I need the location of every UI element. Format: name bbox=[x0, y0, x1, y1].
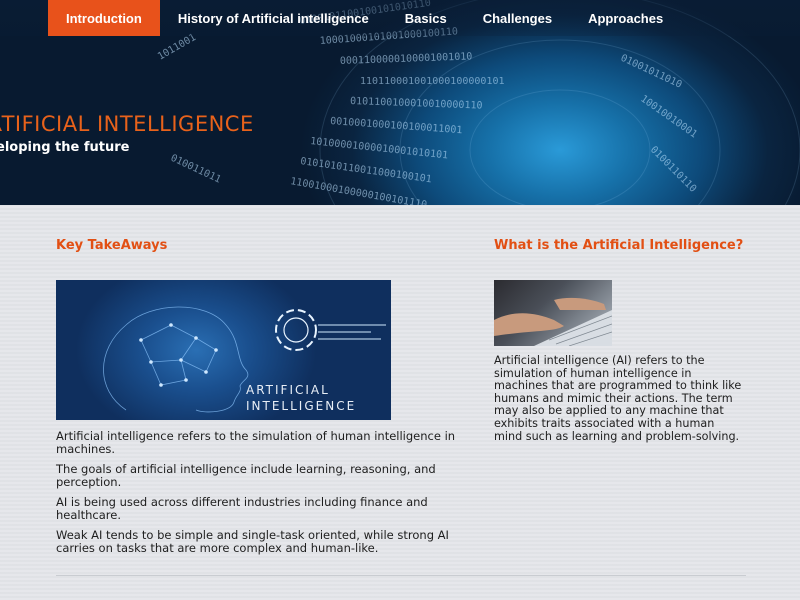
key-takeaways-heading: Key TakeAways bbox=[56, 238, 168, 253]
svg-text:0100110110: 0100110110 bbox=[648, 144, 698, 194]
what-is-ai-body: Artificial intelligence (AI) refers to t… bbox=[494, 354, 742, 443]
takeaway-paragraph: The goals of artificial intelligence inc… bbox=[56, 462, 436, 489]
svg-text:010011011: 010011011 bbox=[169, 153, 223, 186]
svg-text:0001100000100001001010: 0001100000100001001010 bbox=[340, 51, 473, 67]
svg-text:01001011010: 01001011010 bbox=[619, 53, 684, 91]
content-divider bbox=[56, 575, 746, 576]
top-nav: Introduction History of Artificial intel… bbox=[0, 0, 800, 36]
nav-item-history[interactable]: History of Artificial intelligence bbox=[160, 0, 387, 36]
svg-text:10010010001: 10010010001 bbox=[638, 93, 699, 140]
nav-item-introduction[interactable]: Introduction bbox=[48, 0, 160, 36]
nav-item-challenges[interactable]: Challenges bbox=[465, 0, 570, 36]
takeaway-paragraph: Artificial intelligence refers to the si… bbox=[56, 429, 456, 456]
nav-item-approaches[interactable]: Approaches bbox=[570, 0, 681, 36]
keyboard-hands-illustration bbox=[494, 297, 612, 346]
hero-subtitle: eloping the future bbox=[0, 140, 130, 155]
ai-image-caption-line2: INTELLIGENCE bbox=[246, 399, 357, 413]
keyboard-typing-image bbox=[494, 280, 612, 346]
ai-image-caption-line1: ARTIFICIAL bbox=[246, 383, 330, 397]
what-is-ai-heading: What is the Artificial Intelligence? bbox=[494, 238, 744, 253]
svg-text:0101100100010010000110: 0101100100010010000110 bbox=[350, 96, 483, 112]
svg-text:1011001: 1011001 bbox=[156, 32, 198, 63]
svg-text:110110001001000100000101: 110110001001000100000101 bbox=[360, 76, 505, 87]
svg-text:10100001000010001010101: 10100001000010001010101 bbox=[310, 136, 449, 161]
takeaway-paragraph: Weak AI tends to be simple and single-ta… bbox=[56, 528, 449, 555]
ai-head-image: ARTIFICIAL INTELLIGENCE bbox=[56, 280, 391, 420]
svg-text:0010001000100100011001: 0010001000100100011001 bbox=[330, 116, 463, 136]
nav-item-basics[interactable]: Basics bbox=[387, 0, 465, 36]
takeaway-paragraph: AI is being used across different indust… bbox=[56, 495, 428, 522]
hero-title: RTIFICIAL INTELLIGENCE bbox=[0, 112, 254, 136]
key-takeaways-list: Artificial intelligence refers to the si… bbox=[56, 430, 486, 562]
main-content: Key TakeAways ARTIFICIAL INTELLIGENCE Ar… bbox=[0, 205, 800, 600]
ai-image-caption: ARTIFICIAL INTELLIGENCE bbox=[246, 382, 356, 414]
